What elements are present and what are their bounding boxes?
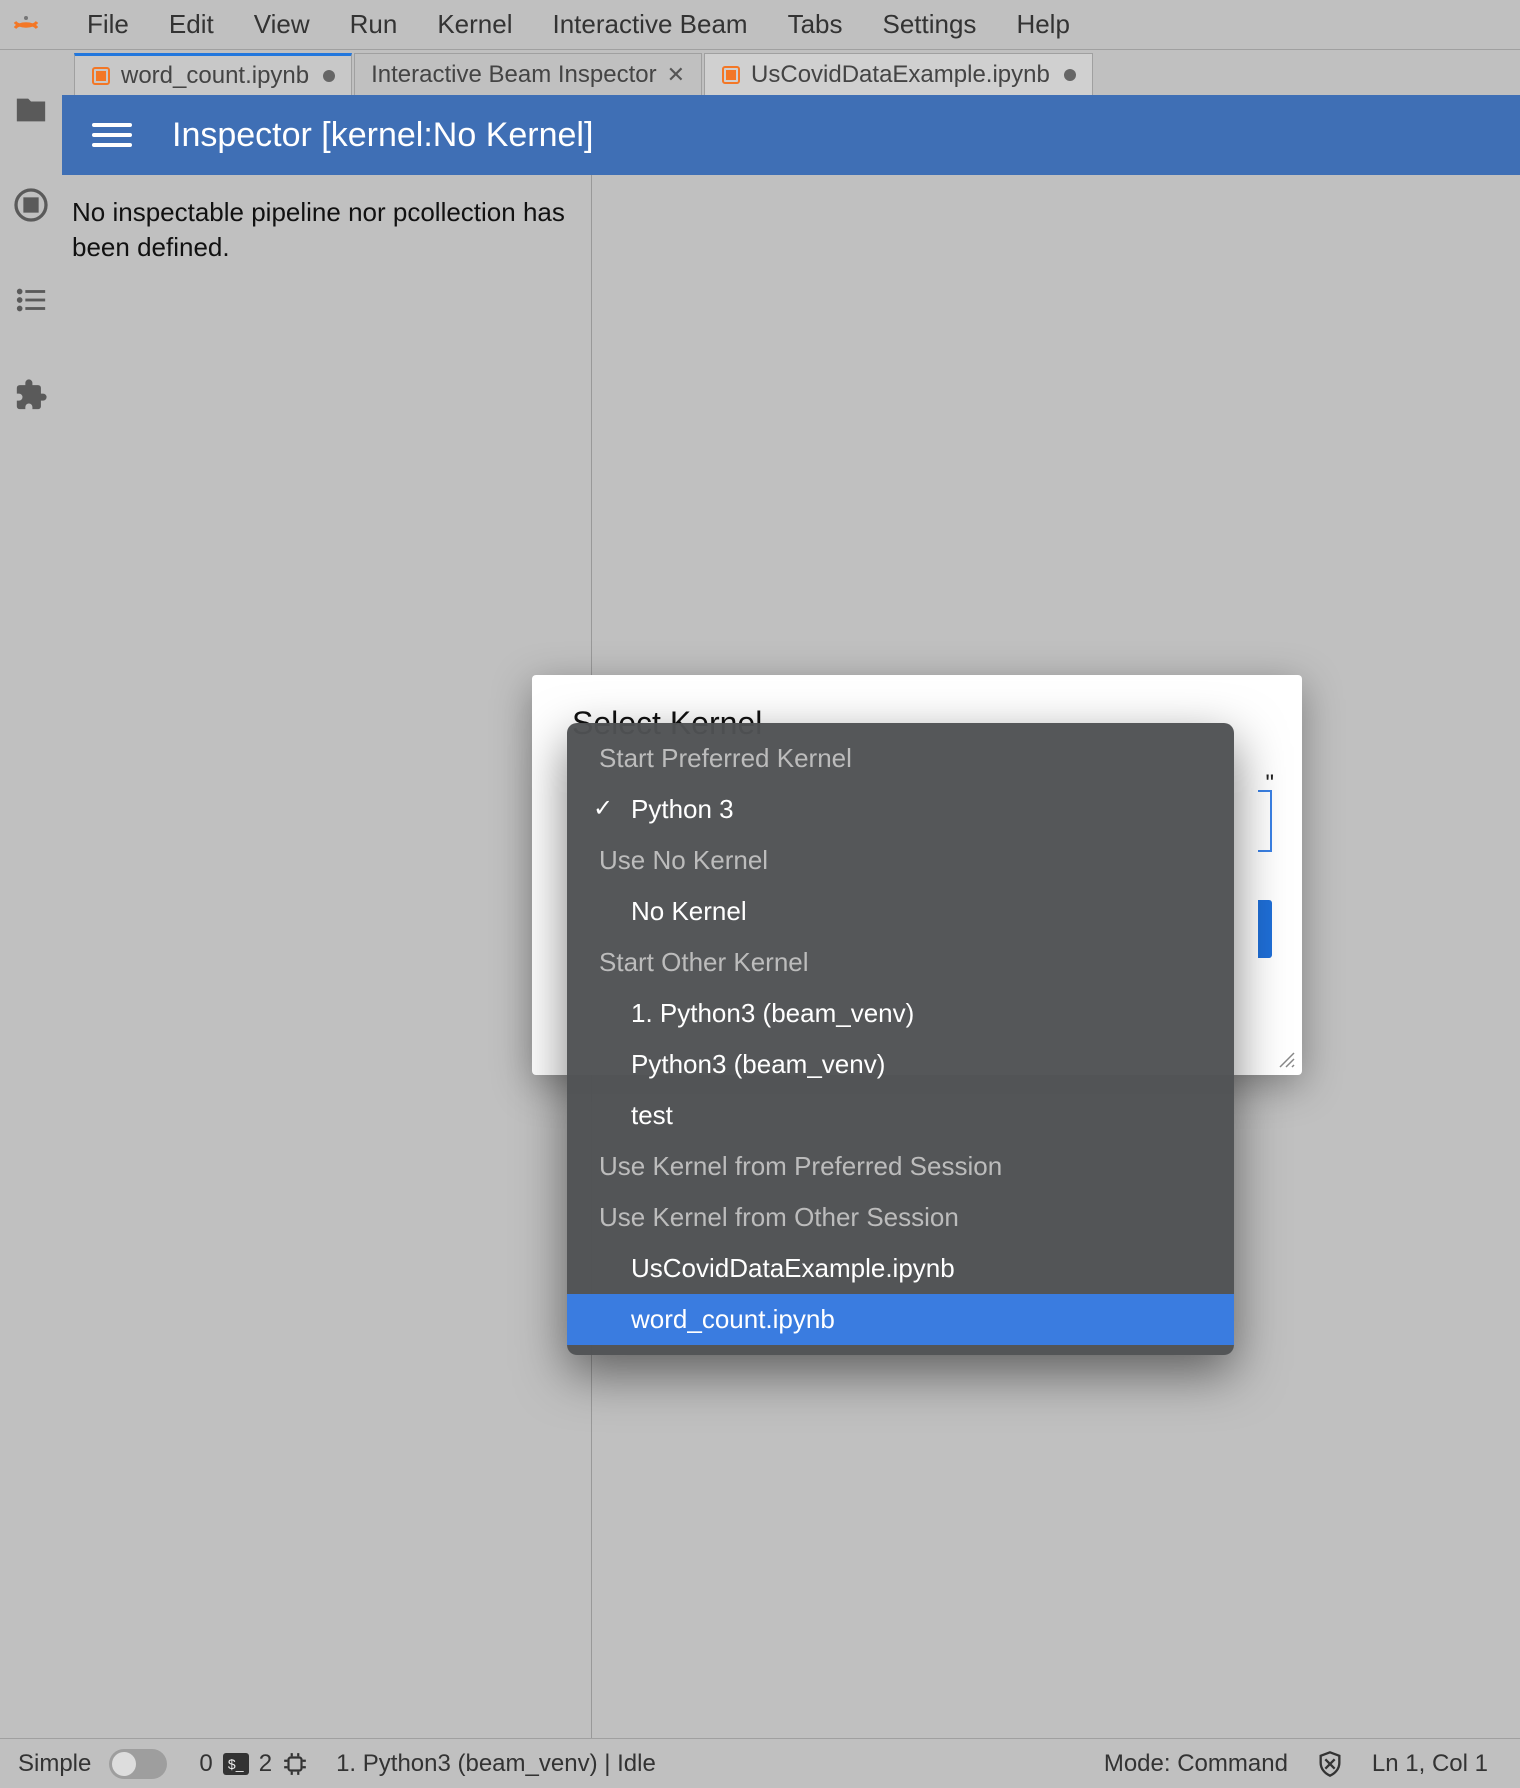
tab-uscovid[interactable]: UsCovidDataExample.ipynb [704,53,1093,95]
dialog-backdrop: Select Kernel " Start Preferred Kernel P… [62,175,1520,1738]
close-icon[interactable]: ✕ [667,62,685,88]
extension-icon[interactable] [11,375,51,415]
status-counts[interactable]: 0 $_ 2 [199,1750,308,1778]
tab-label: UsCovidDataExample.ipynb [751,61,1050,89]
mode-indicator[interactable]: Mode: Command [1104,1750,1288,1778]
menubar: File Edit View Run Kernel Interactive Be… [0,0,1520,50]
count-a: 0 [199,1750,212,1778]
kernel-select-input[interactable] [1258,790,1272,852]
tab-word-count[interactable]: word_count.ipynb [74,53,352,95]
dropdown-item-test[interactable]: test [567,1090,1234,1141]
tab-inspector[interactable]: Interactive Beam Inspector ✕ [354,53,702,95]
menu-run[interactable]: Run [330,9,418,40]
cursor-position[interactable]: Ln 1, Col 1 [1372,1750,1488,1778]
list-icon[interactable] [11,280,51,320]
notebook-icon [91,66,111,86]
workarea: word_count.ipynb Interactive Beam Inspec… [62,50,1520,1738]
menu-settings[interactable]: Settings [862,9,996,40]
menu-edit[interactable]: Edit [149,9,234,40]
kernel-status-text[interactable]: 1. Python3 (beam_venv) | Idle [336,1750,656,1778]
jupyter-logo-icon [10,9,42,41]
simple-mode-toggle[interactable] [109,1749,167,1779]
dropdown-section-header: Start Other Kernel [567,937,1234,988]
tab-label: Interactive Beam Inspector [371,61,656,89]
menu-help[interactable]: Help [996,9,1089,40]
dropdown-item-python3-venv[interactable]: Python3 (beam_venv) [567,1039,1234,1090]
trust-icon[interactable] [1316,1750,1344,1778]
dropdown-item-uscovid-session[interactable]: UsCovidDataExample.ipynb [567,1243,1234,1294]
kernel-status-icon [282,1751,308,1777]
folder-icon[interactable] [11,90,51,130]
dropdown-item-python3-venv-1[interactable]: 1. Python3 (beam_venv) [567,988,1234,1039]
resize-handle-icon[interactable] [1278,1051,1296,1069]
count-b: 2 [259,1750,272,1778]
menu-file[interactable]: File [67,9,149,40]
tabstrip: word_count.ipynb Interactive Beam Inspec… [62,50,1520,95]
activity-bar [0,50,62,1738]
inspector-header: Inspector [kernel:No Kernel] [62,95,1520,175]
main-area: word_count.ipynb Interactive Beam Inspec… [0,50,1520,1738]
stop-circle-icon[interactable] [11,185,51,225]
terminal-icon: $_ [223,1753,249,1775]
inspector-content: No inspectable pipeline nor pcollection … [62,175,1520,1738]
hamburger-icon[interactable] [92,115,132,155]
tab-label: word_count.ipynb [121,62,309,90]
dirty-indicator-icon [1064,69,1076,81]
dropdown-section-header: Use Kernel from Preferred Session [567,1141,1234,1192]
dropdown-item-python3[interactable]: Python 3 [567,784,1234,835]
select-button[interactable] [1258,900,1272,958]
inspector-title: Inspector [kernel:No Kernel] [172,116,593,155]
kernel-dropdown: Start Preferred Kernel Python 3 Use No K… [567,723,1234,1355]
menu-view[interactable]: View [234,9,330,40]
menu-interactive-beam[interactable]: Interactive Beam [532,9,767,40]
simple-mode-label: Simple [18,1750,91,1778]
dirty-indicator-icon [323,70,335,82]
dropdown-item-wordcount-session[interactable]: word_count.ipynb [567,1294,1234,1345]
menu-tabs[interactable]: Tabs [768,9,863,40]
notebook-icon [721,65,741,85]
dropdown-section-header: Start Preferred Kernel [567,733,1234,784]
menu-kernel[interactable]: Kernel [417,9,532,40]
statusbar: Simple 0 $_ 2 1. Python3 (beam_venv) | I… [0,1738,1520,1788]
dropdown-section-header: Use No Kernel [567,835,1234,886]
dropdown-section-header: Use Kernel from Other Session [567,1192,1234,1243]
dropdown-item-no-kernel[interactable]: No Kernel [567,886,1234,937]
